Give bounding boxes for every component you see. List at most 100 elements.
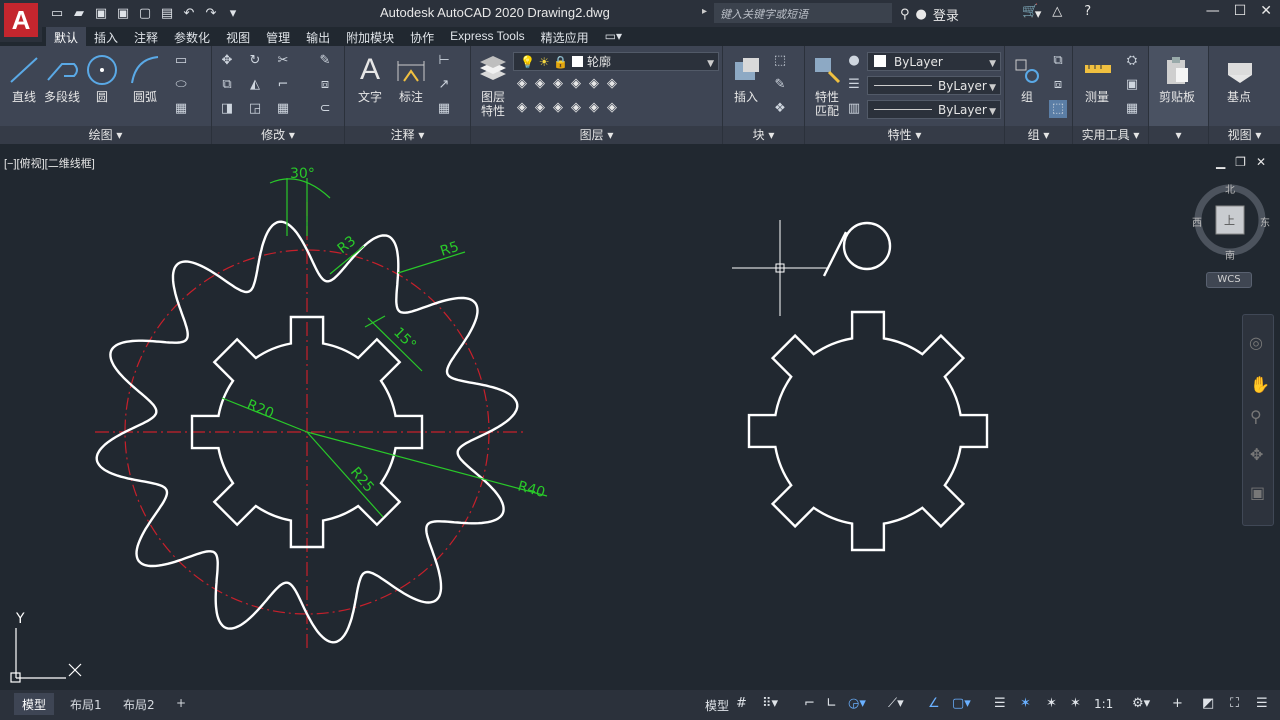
ellipse-icon[interactable]: ⬭ bbox=[172, 76, 190, 94]
maximize-icon[interactable]: ☐ bbox=[1234, 3, 1247, 19]
fullscreen-icon[interactable]: ⛶ bbox=[1230, 696, 1239, 711]
quick-select-icon[interactable]: ⛭ bbox=[1123, 52, 1141, 70]
transparency-icon[interactable]: ▥ bbox=[845, 100, 863, 118]
save-icon[interactable]: ▣ bbox=[92, 4, 110, 22]
mirror-icon[interactable]: ◭ bbox=[246, 76, 264, 94]
add-layout-button[interactable]: + bbox=[168, 693, 194, 715]
help-icon[interactable]: ? bbox=[1084, 4, 1091, 19]
drawing-minimize-icon[interactable]: ▁ bbox=[1216, 155, 1225, 169]
edit-block-icon[interactable]: ✎ bbox=[771, 76, 789, 94]
ortho-icon[interactable]: ∟ bbox=[826, 696, 837, 711]
annotation-visibility-icon[interactable]: ✶ bbox=[1020, 696, 1031, 711]
panel-view-title[interactable]: 视图 ▾ bbox=[1209, 126, 1280, 144]
annotation-monitor-icon[interactable]: + bbox=[1172, 696, 1183, 711]
layer-tool-8-icon[interactable]: ◈ bbox=[535, 100, 545, 115]
dimension-button[interactable]: 标注 bbox=[389, 52, 433, 105]
showmotion-icon[interactable]: ▣ bbox=[1250, 483, 1265, 502]
array-icon[interactable]: ▦ bbox=[274, 100, 292, 118]
panel-utilities-title[interactable]: 实用工具 ▾ bbox=[1073, 126, 1148, 144]
layer-tool-12-icon[interactable]: ◈ bbox=[607, 100, 617, 115]
layer-tool-7-icon[interactable]: ◈ bbox=[517, 100, 527, 115]
layout-tab-layout1[interactable]: 布局1 bbox=[62, 693, 110, 715]
panel-layers-title[interactable]: 图层 ▾ bbox=[471, 126, 722, 144]
calculator-icon[interactable]: ▦ bbox=[1123, 100, 1141, 118]
stretch-icon[interactable]: ◨ bbox=[218, 100, 236, 118]
table-icon[interactable]: ▦ bbox=[435, 100, 453, 118]
layer-tool-10-icon[interactable]: ◈ bbox=[571, 100, 581, 115]
zoom-icon[interactable]: ⚲ bbox=[1250, 407, 1262, 426]
copy-icon[interactable]: ⧉ bbox=[218, 76, 236, 94]
erase-icon[interactable]: ✎ bbox=[316, 52, 334, 70]
edit-attributes-icon[interactable]: ❖ bbox=[771, 100, 789, 118]
compass-west[interactable]: 西 bbox=[1192, 214, 1202, 229]
binoculars-icon[interactable]: ⚲ bbox=[900, 7, 910, 22]
paste-button[interactable]: 剪贴板 bbox=[1155, 52, 1199, 105]
object-snap-icon[interactable]: ▢▾ bbox=[952, 696, 971, 711]
snap-icon[interactable]: ⠿▾ bbox=[762, 696, 778, 711]
model-space-toggle[interactable]: 模型 bbox=[705, 697, 729, 714]
rectangle-icon[interactable]: ▭ bbox=[172, 52, 190, 70]
print-icon[interactable]: ▤ bbox=[158, 4, 176, 22]
panel-groups-title[interactable]: 组 ▾ bbox=[1005, 126, 1072, 144]
search-expand-icon[interactable]: ▸ bbox=[702, 6, 707, 17]
viewcube-top-face[interactable]: 上 bbox=[1224, 212, 1235, 228]
search-input[interactable]: 键入关键字或短语 bbox=[714, 3, 892, 23]
web-mobile-icon[interactable]: ▢ bbox=[136, 4, 154, 22]
isodraft-icon[interactable]: ⟋▾ bbox=[888, 696, 904, 711]
layer-dropdown[interactable]: 💡 ☀ 🔒 轮廓 ▼ bbox=[513, 52, 719, 71]
drawing-restore-icon[interactable]: ❐ bbox=[1235, 155, 1246, 169]
viewcube[interactable]: 上 北 南 西 东 bbox=[1190, 180, 1270, 262]
panel-draw-title[interactable]: 绘图 ▾ bbox=[0, 126, 211, 144]
offset-icon[interactable]: ⊂ bbox=[316, 100, 334, 118]
tab-view[interactable]: 视图 bbox=[218, 27, 258, 46]
annotation-autoscale-icon[interactable]: ✶ bbox=[1046, 696, 1057, 711]
panel-modify-title[interactable]: 修改 ▾ bbox=[212, 126, 344, 144]
panel-clipboard-title[interactable]: ▾ bbox=[1149, 126, 1208, 144]
layer-tool-9-icon[interactable]: ◈ bbox=[553, 100, 563, 115]
wcs-menu[interactable]: WCS bbox=[1206, 272, 1252, 288]
isolate-objects-icon[interactable]: ◩ bbox=[1202, 696, 1214, 711]
panel-block-title[interactable]: 块 ▾ bbox=[723, 126, 804, 144]
login-area[interactable]: ⚲ ● 登录 ▾ bbox=[900, 5, 1041, 24]
object-snap-tracking-icon[interactable]: ∠ bbox=[928, 696, 940, 711]
orbit-icon[interactable]: ✥ bbox=[1250, 445, 1263, 464]
panel-annotation-title[interactable]: 注释 ▾ bbox=[345, 126, 470, 144]
layer-properties-button[interactable]: 图层 特性 bbox=[471, 52, 515, 118]
drawing-canvas[interactable]: 30° R3 R5 15° R20 R25 R40 Y bbox=[0, 148, 1280, 690]
group-button[interactable]: 组 bbox=[1005, 52, 1049, 105]
drawing-close-icon[interactable]: ✕ bbox=[1256, 155, 1266, 169]
panel-properties-title[interactable]: 特性 ▾ bbox=[805, 126, 1004, 144]
save-as-icon[interactable]: ▣ bbox=[114, 4, 132, 22]
color-wheel-icon[interactable]: ● bbox=[845, 52, 863, 70]
tab-overflow-icon[interactable]: ▭▾ bbox=[597, 27, 630, 46]
polyline-button[interactable]: 多段线 bbox=[40, 52, 84, 105]
new-file-icon[interactable]: ▭ bbox=[48, 4, 66, 22]
app-menu-button[interactable]: A bbox=[0, 0, 42, 42]
compass-east[interactable]: 东 bbox=[1260, 214, 1270, 229]
polar-tracking-icon[interactable]: ◶▾ bbox=[848, 696, 866, 711]
color-dropdown[interactable]: ByLayer ▼ bbox=[867, 52, 1001, 71]
rotate-icon[interactable]: ↻ bbox=[246, 52, 264, 70]
match-properties-button[interactable]: 特性 匹配 bbox=[805, 52, 849, 118]
layer-tool-5-icon[interactable]: ◈ bbox=[589, 76, 599, 91]
tab-manage[interactable]: 管理 bbox=[258, 27, 298, 46]
arc-button[interactable]: 圆弧 bbox=[123, 52, 167, 105]
insert-button[interactable]: 插入 bbox=[724, 52, 768, 105]
group-edit-icon[interactable]: ⧈ bbox=[1049, 76, 1067, 94]
infer-constraints-icon[interactable]: ⌐ bbox=[804, 696, 815, 711]
hatch-icon[interactable]: ▦ bbox=[172, 100, 190, 118]
layer-tool-1-icon[interactable]: ◈ bbox=[517, 76, 527, 91]
grid-icon[interactable]: # bbox=[736, 696, 747, 711]
status-customize-icon[interactable]: ☰ bbox=[1256, 696, 1268, 711]
viewport-controls[interactable]: [−][俯视][二维线框] bbox=[4, 155, 95, 171]
layer-tool-6-icon[interactable]: ◈ bbox=[607, 76, 617, 91]
linetype-dropdown[interactable]: ByLayer ▼ bbox=[867, 76, 1001, 95]
pan-hand-icon[interactable]: ✋ bbox=[1250, 375, 1270, 394]
trim-icon[interactable]: ✂ bbox=[274, 52, 292, 70]
lineweight-icon[interactable]: ☰ bbox=[845, 76, 863, 94]
annotation-scale-value[interactable]: 1:1 bbox=[1094, 697, 1113, 711]
layout-tab-layout2[interactable]: 布局2 bbox=[115, 693, 163, 715]
tab-default[interactable]: 默认 bbox=[46, 27, 87, 46]
compass-north[interactable]: 北 bbox=[1225, 181, 1235, 196]
redo-icon[interactable]: ↷ bbox=[202, 4, 220, 22]
